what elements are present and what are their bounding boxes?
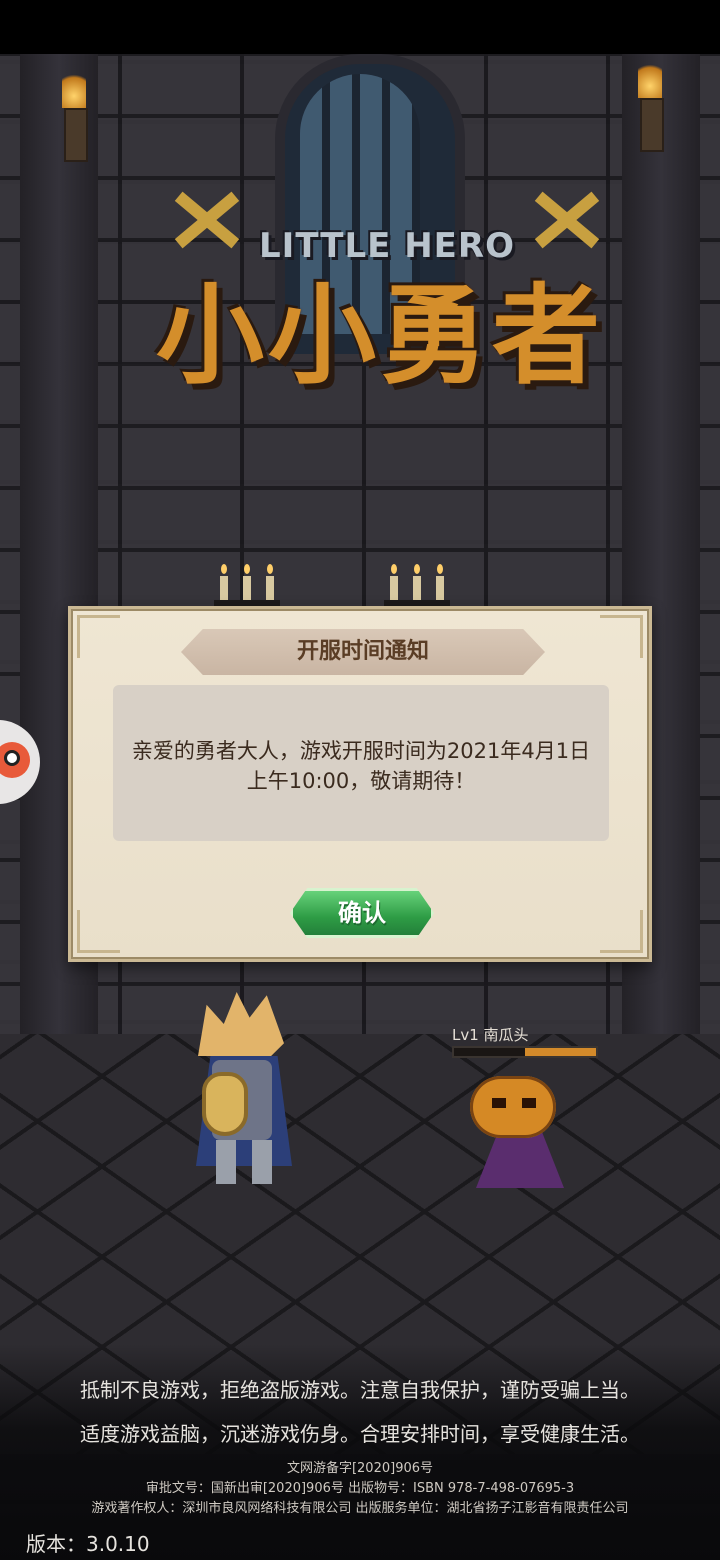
footer-copyright: 游戏著作权人：深圳市良风网络科技有限公司 出版服务单位：湖北省扬子江影音有限责任… [91, 1501, 629, 1516]
flame [638, 58, 662, 98]
status-bar [0, 0, 720, 54]
confirm-button[interactable]: 确认 [290, 888, 434, 938]
torch-left [56, 68, 92, 162]
version-label: 版本：3.0.10 [26, 1532, 150, 1556]
footer-approval: 审批文号：国新出审[2020]906号 出版物号：ISBN 978-7-498-… [145, 1481, 575, 1496]
hero-character [176, 992, 306, 1192]
enemy-hp-bar [452, 1046, 598, 1058]
crossed-swords-left-icon [170, 190, 244, 250]
crossed-swords-right-icon [530, 190, 604, 250]
dialog-message-line-1: 亲爱的勇者大人，游戏开服时间为2021年4月1日 [131, 739, 591, 763]
pumpkin-enemy[interactable] [466, 1072, 576, 1192]
server-notice-dialog: 开服时间通知 亲爱的勇者大人，游戏开服时间为2021年4月1日 上午10:00，… [68, 606, 652, 962]
torch-right [632, 58, 668, 152]
dialog-title: 开服时间通知 [296, 639, 429, 664]
logo-title: 小小勇者 [155, 274, 604, 399]
dialog-message-box: 亲爱的勇者大人，游戏开服时间为2021年4月1日 上午10:00，敬请期待！ [113, 685, 609, 841]
game-logo: LITTLE HERO 小小勇者 [120, 190, 640, 440]
torch-holder [64, 108, 88, 162]
footer-notice-2: 适度游戏益脑，沉迷游戏伤身。合理安排时间，享受健康生活。 [80, 1422, 640, 1446]
shield [202, 1072, 248, 1136]
candelabra-left [214, 554, 280, 610]
dialog-message-line-2: 上午10:00，敬请期待！ [246, 769, 476, 793]
torch-holder [640, 98, 664, 152]
footer-license: 文网游备字[2020]906号 [286, 1461, 434, 1476]
enemy-name-label: Lv1 南瓜头 [452, 1026, 529, 1044]
footer-notice-1: 抵制不良游戏，拒绝盗版游戏。注意自我保护，谨防受骗上当。 [80, 1378, 640, 1402]
enemy-hp-fill [525, 1048, 596, 1056]
candelabra-right [384, 554, 450, 610]
flame [62, 68, 86, 108]
